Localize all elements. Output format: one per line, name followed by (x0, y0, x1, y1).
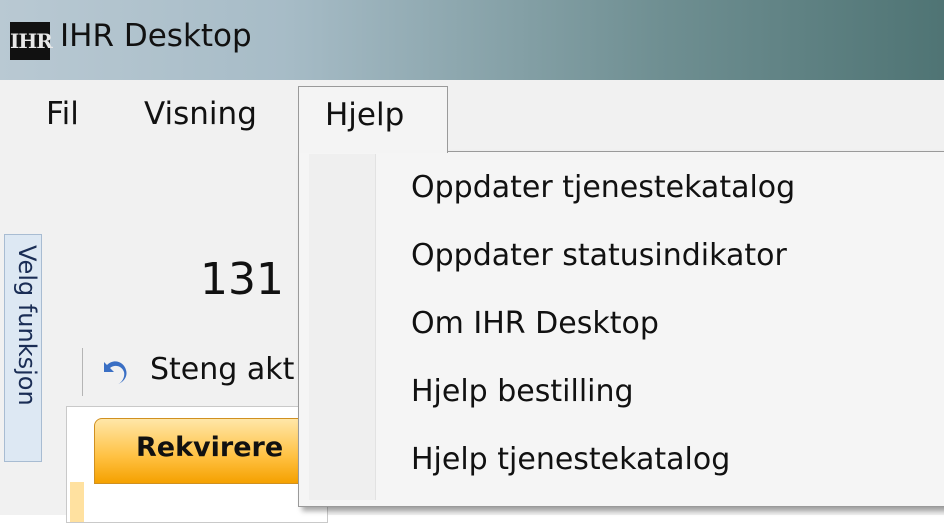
window-title: IHR Desktop (60, 18, 252, 54)
menu-visning[interactable]: Visning (144, 96, 257, 132)
tab-rekvirere-label: Rekvirere (136, 432, 284, 463)
toolbar-separator (82, 348, 83, 396)
close-active-button[interactable]: Steng akt (150, 352, 294, 387)
hjelp-dropdown-menu: Oppdater tjenestekatalog Oppdater status… (298, 151, 944, 507)
side-tab-velg-funksjon[interactable]: Velg funksjon (4, 234, 42, 462)
menu-hjelp-label: Hjelp (325, 97, 405, 133)
menuitem-om-ihr-desktop[interactable]: Om IHR Desktop (411, 306, 659, 341)
side-tab-label: Velg funksjon (13, 245, 41, 406)
title-bar: IHR IHR Desktop (0, 0, 944, 80)
menuitem-oppdater-statusindikator[interactable]: Oppdater statusindikator (411, 238, 787, 273)
menu-fil[interactable]: Fil (46, 96, 79, 132)
menu-bar: Fil Visning (0, 80, 944, 152)
menu-hjelp-open[interactable]: Hjelp (298, 86, 448, 153)
tab-body-strip (70, 482, 84, 522)
undo-icon[interactable] (98, 356, 130, 388)
header-number: 131 (200, 254, 284, 305)
menuitem-hjelp-tjenestekatalog[interactable]: Hjelp tjenestekatalog (411, 442, 730, 477)
menuitem-oppdater-tjenestekatalog[interactable]: Oppdater tjenestekatalog (411, 170, 795, 205)
dropdown-icon-gutter (309, 154, 376, 500)
menuitem-hjelp-bestilling[interactable]: Hjelp bestilling (411, 374, 634, 409)
app-logo-icon: IHR (10, 22, 53, 60)
